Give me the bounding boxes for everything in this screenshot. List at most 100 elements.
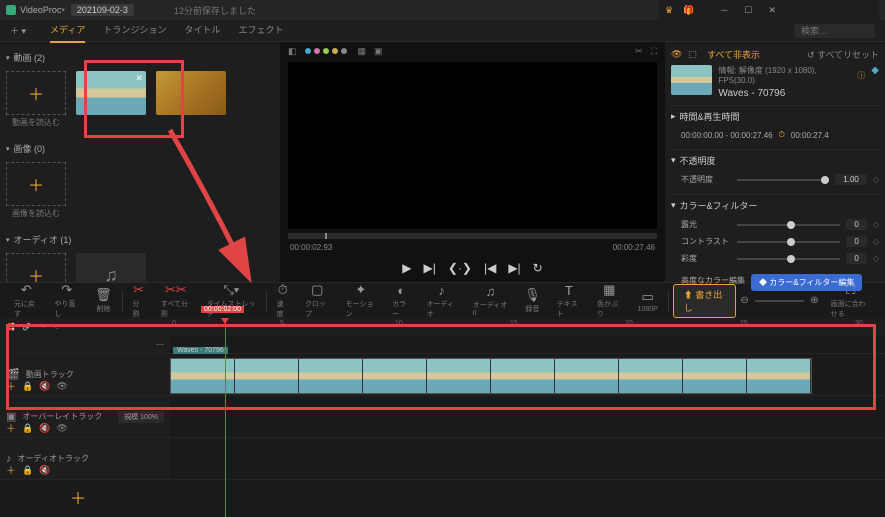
add-track-icon[interactable]: ＋ [6,462,16,477]
keyframe-icon[interactable]: ◇ [873,220,879,229]
exposure-value[interactable]: 0 [846,219,866,230]
audio-button[interactable]: ♪オーディオ [420,283,462,319]
record-button[interactable]: 🎙録音 [518,287,547,314]
split-button[interactable]: ✂分割 [126,282,150,319]
minimize-button[interactable]: ─ [712,1,736,19]
redo-button[interactable]: ↷やり直し [49,282,86,319]
screenshot-icon[interactable]: ✂ [635,46,643,57]
chroma-button[interactable]: ▦色かぶり [591,282,628,319]
resolution-button[interactable]: ▭1080P [632,289,664,313]
time-stretch-button[interactable]: ⤡▾タイムストレッチ [201,282,262,319]
marker-icon[interactable]: ⚑ [39,323,45,331]
loop-button[interactable]: ↻ [533,261,543,275]
media-audio-1[interactable]: ♫ Untitled...lipchamp [76,253,146,282]
contrast-slider[interactable] [737,241,840,243]
loop-icon[interactable]: ⊂ [54,323,60,331]
add-track-icon[interactable]: ＋ [6,378,16,393]
snap-icon[interactable]: ◧ [288,46,297,57]
mute-icon[interactable]: 🔇 [39,423,50,434]
timeline-ruler[interactable]: 🧲 🔗 ⚑ ⊂ 0 5 10 15 20 25 30 [0,318,885,336]
magnet-icon[interactable]: 🧲 [6,323,15,331]
keyframe-icon[interactable]: ◇ [873,237,879,246]
add-track-button[interactable]: ＋ [70,485,86,509]
timeline-clip-waves[interactable]: Waves - 70796 [170,358,812,394]
media-clip-waves[interactable]: ✕ Waves - 70796 [76,71,146,115]
speed-button[interactable]: ⏱速度 [271,282,295,319]
audio2-button[interactable]: ♫オーディオ II [467,284,514,317]
video-track[interactable]: Waves - 70796 [170,354,885,395]
tab-transition[interactable]: トランジション [103,23,166,39]
camera-icon[interactable]: ▣ [374,46,383,57]
add-track-icon[interactable]: ＋ [6,420,16,435]
link-icon[interactable]: 🔗 [23,323,32,331]
reset-all-button[interactable]: ↺ すべてリセット [807,48,879,61]
jump-start-button[interactable]: |◀ [484,261,496,275]
video-track-head[interactable]: 🎬 動画トラック ＋ 🔒🔇👁 [0,354,170,395]
video-section-header[interactable]: ▾動画 (2) [6,48,274,67]
lock-icon[interactable]: 🔒 [22,465,33,476]
project-name[interactable]: 202109-02-3 [71,4,134,16]
zoom-slider[interactable] [755,300,804,302]
tab-title[interactable]: タイトル [184,23,220,39]
mute-icon[interactable]: 🔇 [39,465,50,476]
undo-button[interactable]: ↶元に戻す [8,282,45,319]
keyframe-icon[interactable]: ◇ [873,254,879,263]
opacity-slider[interactable] [737,179,829,181]
hide-track-icon[interactable]: 👁 [56,381,67,392]
keyframe-icon[interactable]: ◇ [873,175,879,184]
contrast-value[interactable]: 0 [846,236,866,247]
fit-screen-button[interactable]: ⛶画面に合わせる [825,282,877,319]
upgrade-icon[interactable]: ♛ [665,5,673,16]
image-section-header[interactable]: ▾画像 (0) [6,139,274,158]
import-video-button[interactable]: ＋ 動画を読込む [6,71,66,115]
zoom-out-icon[interactable]: ⊖ [740,295,748,306]
jump-end-button[interactable]: ▶| [508,261,520,275]
zoom-in-icon[interactable]: ⊕ [810,295,818,306]
audio-track-head[interactable]: ♪ オーディオトラック ＋ 🔒🔇 [0,438,170,479]
preview-scrubber[interactable] [288,233,657,239]
info-icon[interactable]: ⓘ [857,70,865,81]
export-button[interactable]: ⬆ 書き出し [673,284,737,318]
play-button[interactable]: ▶ [402,261,411,275]
saturation-slider[interactable] [737,258,840,260]
opacity-value[interactable]: 1.00 [835,174,867,185]
lock-icon[interactable]: 🔒 [22,381,33,392]
hide-all-button[interactable]: すべて非表示 [707,48,760,61]
import-audio-button[interactable]: ＋ オーディオを読込む [6,253,66,282]
time-section-header[interactable]: ▸時間&再生時間 [671,105,879,127]
remove-clip-icon[interactable]: ✕ [135,73,143,84]
saturation-value[interactable]: 0 [846,253,866,264]
color-picker-icon[interactable]: ◆ [871,65,879,99]
fx-icon[interactable]: ⬚ [688,49,697,60]
close-button[interactable]: ✕ [760,1,784,19]
color-section-header[interactable]: ▾カラー&フィルター [671,194,879,216]
marker-colors[interactable] [305,46,350,56]
import-image-button[interactable]: ＋ 画像を読込む [6,162,66,206]
step-button[interactable]: ▶| [423,261,435,275]
prev-frame-button[interactable]: ❮·❯ [448,261,472,275]
hide-track-icon[interactable]: 👁 [56,423,67,434]
delete-button[interactable]: 🗑削除 [89,287,118,314]
crop-button[interactable]: ▢クロップ [299,282,336,319]
audio-track[interactable] [170,438,885,479]
fullscreen-icon[interactable]: ⛶ [651,46,657,57]
media-clip-fall[interactable]: Fall - 23881 [156,71,226,115]
overlay-track[interactable] [170,396,885,437]
maximize-button[interactable]: ☐ [736,1,760,19]
audio-section-header[interactable]: ▾オーディオ (1) [6,230,274,249]
track-zoom[interactable]: 規模 100% [118,411,164,423]
preview-viewport[interactable] [288,62,657,229]
mute-icon[interactable]: 🔇 [39,381,50,392]
add-tab-button[interactable]: ＋ ▾ [10,24,26,37]
text-button[interactable]: Tテキスト [551,283,587,319]
eye-icon[interactable]: 👁 [671,49,682,60]
tab-media[interactable]: メディア [50,23,85,39]
lock-icon[interactable]: 🔒 [22,423,33,434]
exposure-slider[interactable] [737,224,840,226]
search-input[interactable] [795,24,875,38]
opacity-section-header[interactable]: ▾不透明度 [671,149,879,171]
gift-icon[interactable]: 🎁 [683,5,694,16]
color-button[interactable]: ◐カラー [386,283,416,319]
layers-icon[interactable]: ▦ [358,46,367,57]
overlay-track-head[interactable]: ▣ オーバーレイトラック ＋ 🔒🔇👁 規模 100% [0,396,170,437]
